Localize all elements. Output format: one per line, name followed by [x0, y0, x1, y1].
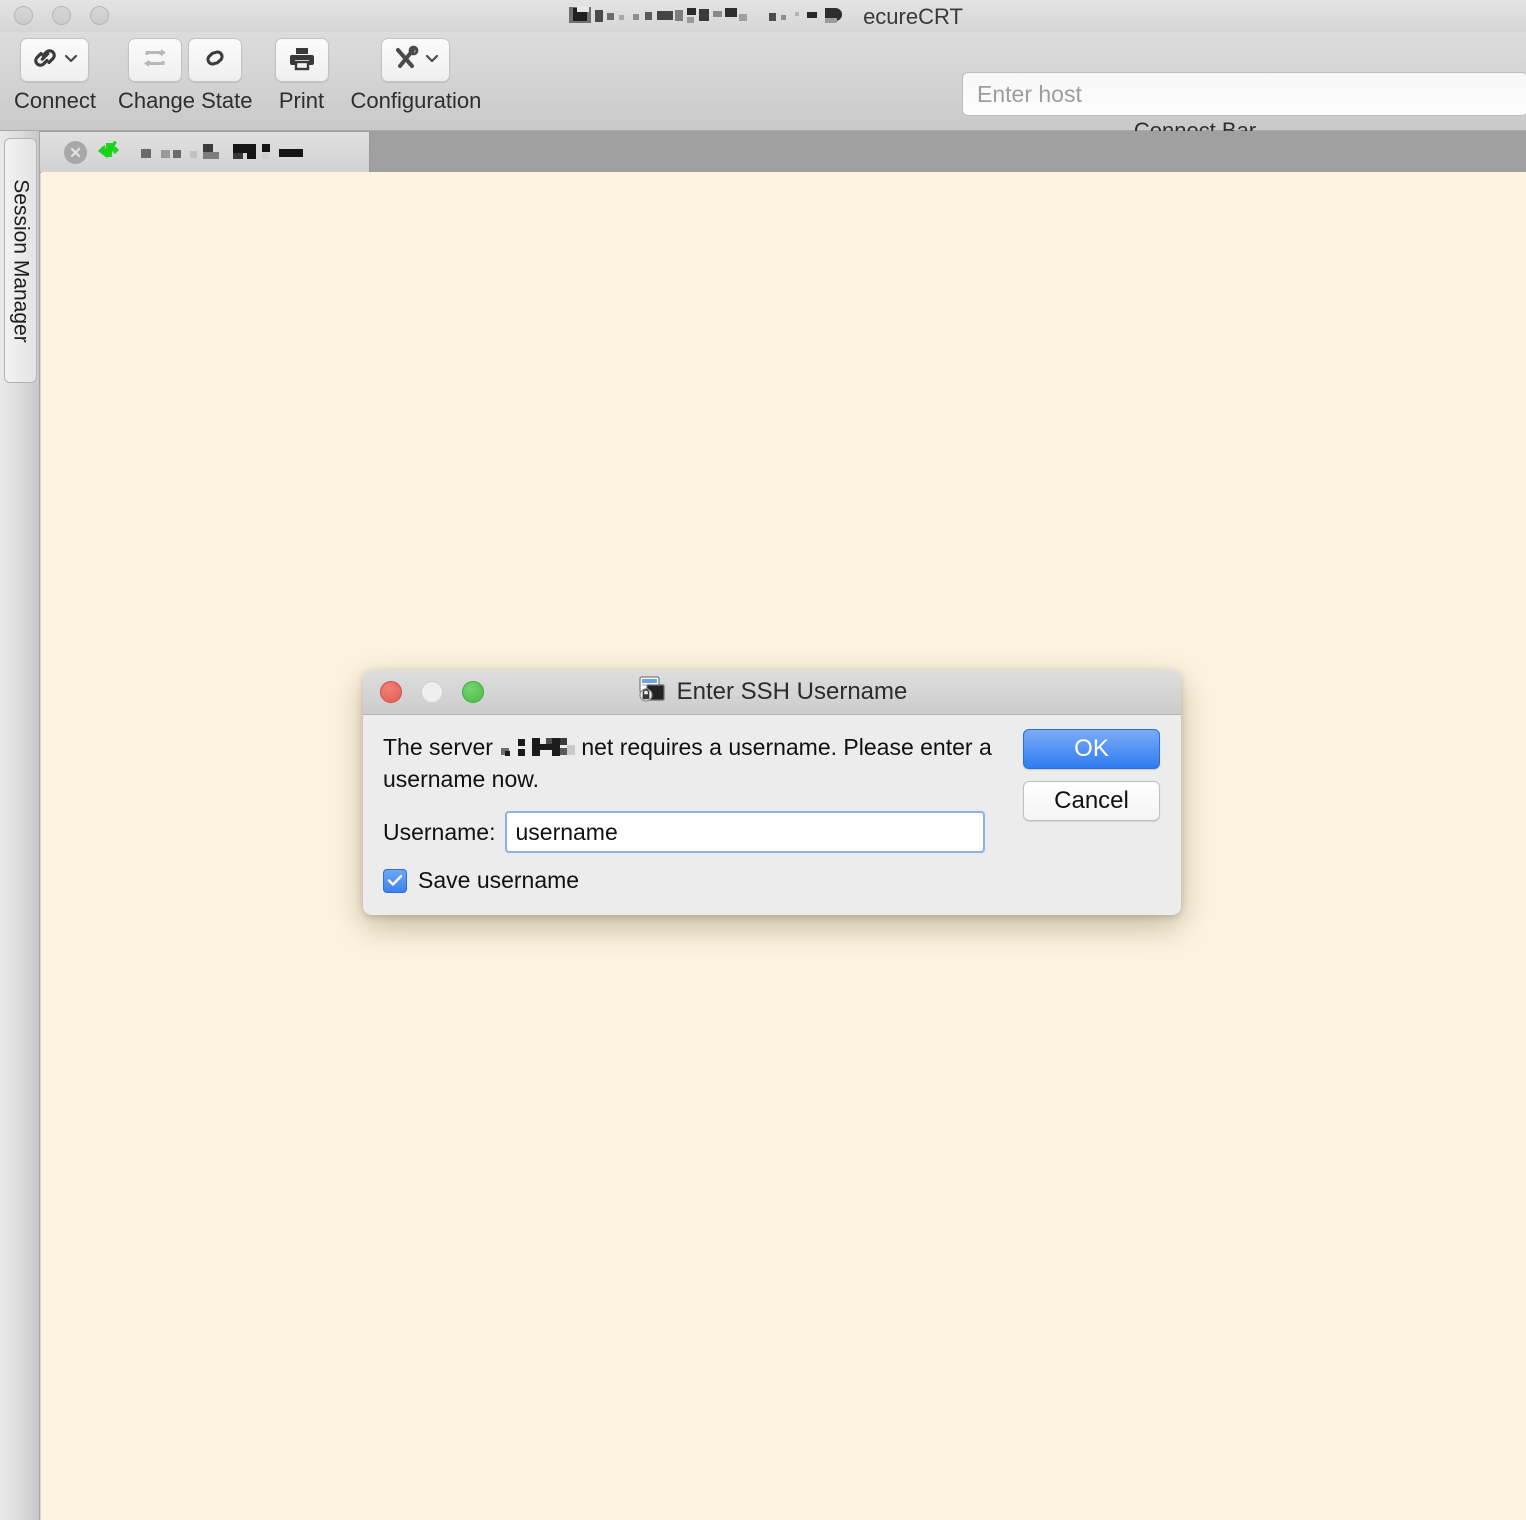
configuration-button[interactable]: [381, 38, 451, 82]
disconnect-button[interactable]: [188, 38, 243, 82]
toolbar-group-change-state: Change State: [118, 38, 253, 114]
tools-icon: [391, 45, 421, 76]
connect-bar: Enter host Connect Bar: [926, 66, 1526, 143]
reconnect-loop-icon: [140, 45, 170, 76]
dialog-message-prefix: The server: [383, 734, 500, 760]
session-manager-label: Session Manager: [9, 178, 33, 343]
chevron-down-icon: [424, 51, 440, 69]
broken-link-icon: [200, 45, 230, 76]
toolbar-label-print: Print: [278, 88, 325, 113]
printer-icon: [288, 45, 316, 76]
dialog-body: The server net requires a username. Plea…: [363, 715, 1181, 915]
username-label: Username:: [383, 818, 496, 845]
toolbar-group-print: Print: [274, 38, 329, 114]
session-tabbar: [40, 131, 1526, 173]
green-checkmark-icon: [97, 139, 123, 166]
chevron-down-icon: [63, 51, 79, 69]
link-icon: [30, 45, 60, 76]
sidebar-item-session-manager[interactable]: Session Manager: [4, 138, 37, 383]
toolbar-group-connect: Connect: [14, 38, 96, 114]
host-input[interactable]: Enter host: [962, 72, 1526, 116]
window-title-redacted-icon: [563, 6, 863, 28]
app-window: ecureCRT Connect Change State Print Conf…: [0, 0, 1526, 1520]
toolbar-label-connect: Connect: [14, 88, 96, 113]
reconnect-button[interactable]: [128, 38, 183, 82]
dialog-zoom-button[interactable]: [462, 681, 484, 703]
dialog-title-text: Enter SSH Username: [676, 678, 908, 705]
save-username-label: Save username: [418, 867, 580, 893]
connect-button[interactable]: [20, 38, 90, 82]
enter-ssh-username-dialog: Enter SSH Username The server net requir…: [363, 670, 1181, 915]
session-tab[interactable]: [40, 132, 370, 172]
main-toolbar: Connect Change State Print Configuration…: [0, 32, 1526, 143]
toolbar-label-configuration: Configuration: [350, 88, 482, 113]
username-input[interactable]: username: [505, 811, 986, 853]
dialog-host-redacted-icon: [499, 735, 581, 759]
dialog-titlebar: Enter SSH Username: [363, 670, 1181, 715]
dialog-close-button[interactable]: [380, 681, 402, 703]
toolbar-label-change-state: Change State: [117, 88, 253, 113]
window-titlebar: ecureCRT: [0, 0, 1526, 33]
dialog-buttons: OK Cancel: [1023, 729, 1160, 821]
dialog-minimize-button: [421, 681, 443, 703]
window-title: ecureCRT: [0, 0, 1526, 32]
session-tab-label-redacted-icon: [133, 141, 333, 163]
cancel-button[interactable]: Cancel: [1023, 781, 1160, 821]
dialog-message: The server net requires a username. Plea…: [383, 731, 1013, 795]
print-button[interactable]: [274, 38, 329, 82]
ok-button[interactable]: OK: [1023, 729, 1160, 769]
save-username-row[interactable]: Save username: [383, 867, 1161, 894]
close-circle-icon[interactable]: [64, 140, 87, 164]
dialog-traffic-lights: [380, 681, 484, 703]
sidebar: Session Manager: [0, 131, 40, 1520]
save-username-checkbox[interactable]: [383, 868, 407, 893]
terminal-lock-icon: [637, 674, 667, 711]
window-title-text: ecureCRT: [863, 4, 963, 30]
toolbar-group-configuration: Configuration: [350, 38, 482, 114]
tabbar-empty-area: [370, 132, 1526, 172]
